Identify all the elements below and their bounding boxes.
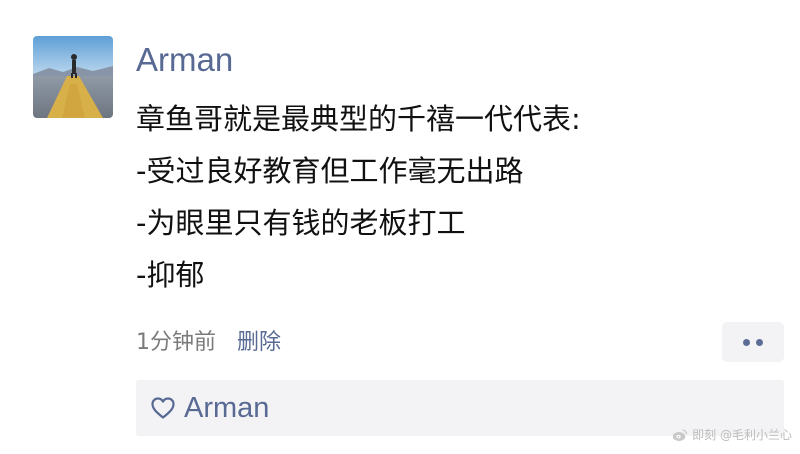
more-dots-icon bbox=[743, 338, 750, 346]
delete-button[interactable]: 删除 bbox=[237, 330, 281, 355]
weibo-icon bbox=[672, 428, 688, 442]
post-username[interactable]: Arman bbox=[136, 38, 233, 82]
heart-icon bbox=[150, 396, 176, 420]
avatar[interactable] bbox=[33, 36, 113, 118]
watermark: 即刻 @毛利小兰心 bbox=[672, 426, 792, 444]
more-options-button[interactable] bbox=[722, 322, 784, 362]
post-timestamp: 1分钟前 bbox=[136, 330, 216, 355]
watermark-text: 即刻 @毛利小兰心 bbox=[692, 428, 792, 442]
post-text-line: 章鱼哥就是最典型的千禧一代代表: bbox=[136, 102, 581, 136]
post-text-line: -抑郁 bbox=[136, 258, 205, 292]
post-meta: 1分钟前 删除 bbox=[136, 325, 281, 361]
post-text-line: -受过良好教育但工作毫无出路 bbox=[136, 154, 524, 188]
like-username[interactable]: Arman bbox=[184, 388, 269, 428]
post-text: 章鱼哥就是最典型的千禧一代代表: -受过良好教育但工作毫无出路 -为眼里只有钱的… bbox=[136, 93, 776, 301]
more-dots-icon bbox=[756, 338, 763, 346]
post-text-line: -为眼里只有钱的老板打工 bbox=[136, 206, 466, 240]
